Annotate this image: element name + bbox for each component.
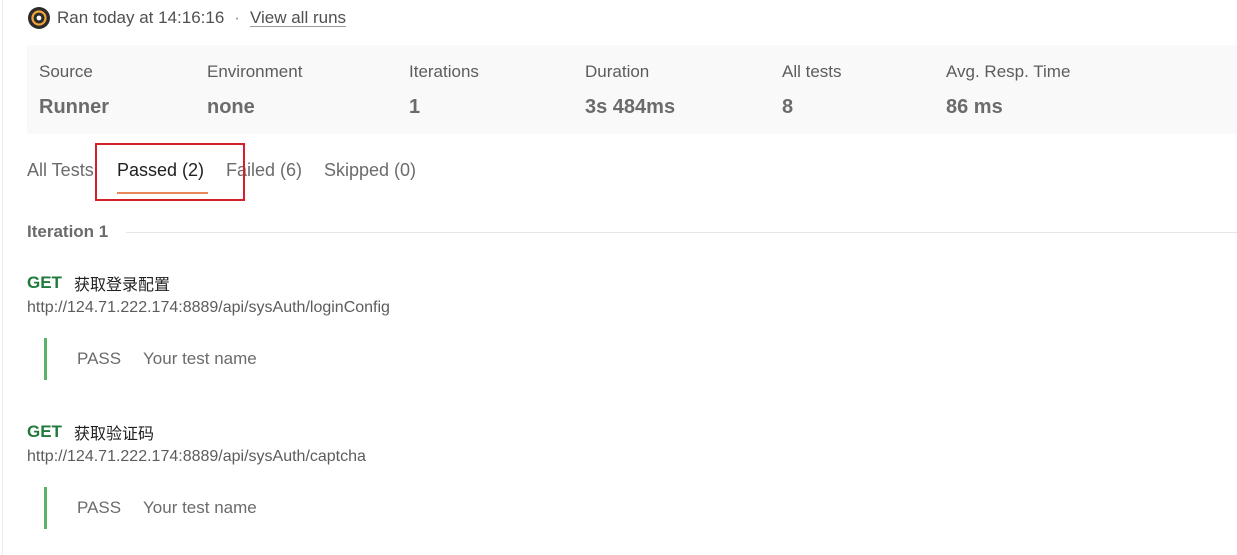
run-header: Ran today at 14:16:16 · View all runs	[27, 6, 346, 30]
request-url: http://124.71.222.174:8889/api/sysAuth/c…	[27, 448, 366, 465]
test-result-row: PASS Your test name	[44, 338, 447, 380]
request-url: http://124.71.222.174:8889/api/sysAuth/l…	[27, 299, 390, 316]
tab-passed[interactable]: Passed (2)	[117, 160, 204, 181]
view-all-runs-link[interactable]: View all runs	[250, 8, 346, 28]
runner-icon	[28, 7, 50, 29]
stat-label-all-tests: All tests	[782, 62, 842, 81]
test-name: Your test name	[143, 498, 257, 517]
tab-all-tests[interactable]: All Tests	[27, 160, 94, 181]
active-tab-underline	[117, 192, 208, 194]
tab-skipped[interactable]: Skipped (0)	[324, 160, 416, 181]
tab-failed[interactable]: Failed (6)	[226, 160, 302, 181]
request-name[interactable]: 获取登录配置	[74, 271, 170, 295]
stat-label-environment: Environment	[207, 62, 303, 81]
left-divider	[2, 0, 3, 555]
run-timestamp: Ran today at 14:16:16	[57, 8, 225, 27]
header-separator: ·	[234, 8, 240, 27]
collection-run-results: Ran today at 14:16:16 · View all runs So…	[0, 0, 1237, 555]
stat-value-duration: 3s 484ms	[585, 96, 676, 118]
iteration-divider	[126, 231, 1237, 233]
request-method: GET	[27, 273, 62, 292]
stat-value-iterations: 1	[409, 96, 421, 118]
test-status: PASS	[77, 349, 122, 368]
request-line: GET 获取验证码	[27, 421, 366, 443]
stat-value-source: Runner	[39, 96, 109, 118]
request-line: GET 获取登录配置	[27, 272, 390, 294]
request-item: GET 获取登录配置 http://124.71.222.174:8889/ap…	[27, 272, 390, 317]
stat-label-source: Source	[39, 62, 93, 81]
request-name[interactable]: 获取验证码	[74, 420, 154, 444]
run-summary-panel: Source Runner Environment none Iteration…	[27, 45, 1237, 134]
stat-label-iterations: Iterations	[409, 62, 479, 81]
stat-value-environment: none	[207, 96, 255, 118]
stat-value-avg-resp-time: 86 ms	[946, 96, 1003, 118]
request-item: GET 获取验证码 http://124.71.222.174:8889/api…	[27, 421, 366, 466]
test-result-row: PASS Your test name	[44, 487, 447, 529]
iteration-title: Iteration 1	[27, 222, 109, 241]
iteration-header: Iteration 1	[27, 221, 1237, 243]
stat-label-duration: Duration	[585, 62, 650, 81]
stat-value-all-tests: 8	[782, 96, 794, 118]
request-method: GET	[27, 422, 62, 441]
test-status: PASS	[77, 498, 122, 517]
stat-label-avg-resp-time: Avg. Resp. Time	[946, 62, 1071, 81]
test-name: Your test name	[143, 349, 257, 368]
